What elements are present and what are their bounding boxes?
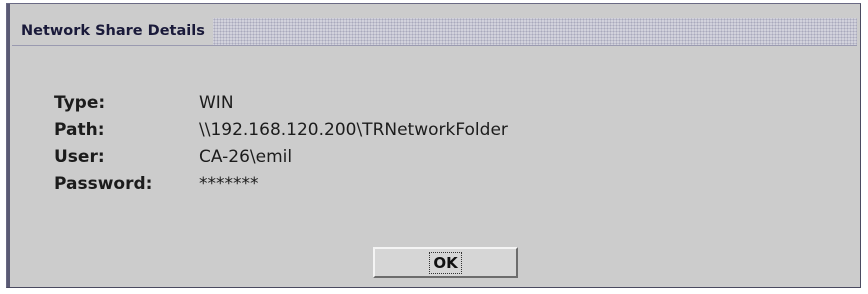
type-value: WIN [199,93,234,113]
dialog-left-border [7,4,10,287]
user-value: CA-26\emil [199,147,293,167]
path-value: \\192.168.120.200\TRNetworkFolder [199,120,508,140]
password-value: ******* [199,174,259,194]
ok-button[interactable]: OK [373,247,518,278]
password-label: Password: [54,174,153,194]
dialog-title: Network Share Details [12,18,213,45]
type-label: Type: [54,93,106,113]
network-share-details-dialog: Network Share Details Type: WIN Path: \\… [6,3,861,288]
user-label: User: [54,147,105,167]
path-label: Path: [54,120,105,140]
ok-button-label: OK [429,252,462,274]
dialog-titlebar[interactable]: Network Share Details [12,18,857,46]
